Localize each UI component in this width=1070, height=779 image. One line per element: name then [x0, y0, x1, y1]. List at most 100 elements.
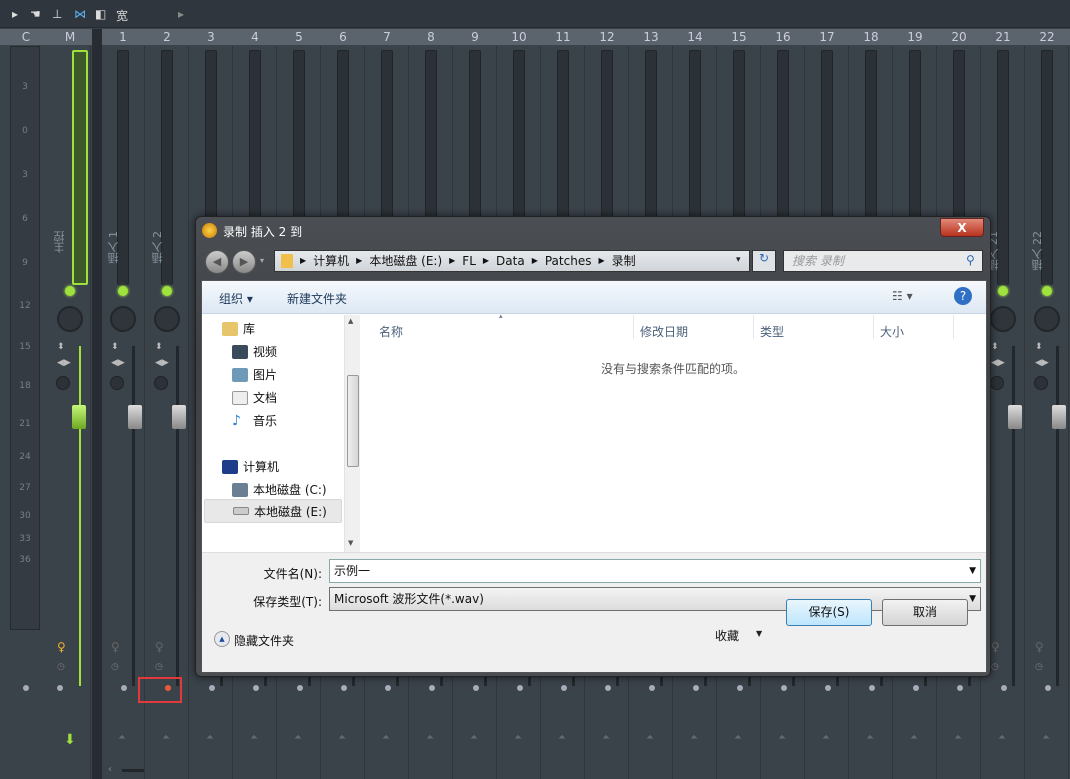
clock-icon[interactable]: ◷	[155, 662, 163, 672]
pin-icon[interactable]: ⊥	[52, 7, 62, 21]
route-arrow-icon[interactable]: ⏶	[778, 732, 786, 743]
collapse-icon[interactable]: ▲	[214, 631, 230, 647]
stereo-icon[interactable]: ◀▶	[155, 358, 169, 368]
pan-knob[interactable]	[110, 306, 136, 332]
route-arrow-icon[interactable]: ⏶	[646, 732, 654, 743]
filename-input[interactable]: 示例一 ▼	[329, 559, 981, 583]
nav-library[interactable]: 库	[222, 320, 255, 337]
nav-videos[interactable]: 视频	[232, 343, 277, 360]
record-mic-icon[interactable]: ♀	[57, 640, 66, 654]
led-icon[interactable]	[998, 286, 1008, 296]
sep-knob[interactable]	[1034, 376, 1048, 390]
route-arrow-icon[interactable]: ⏶	[470, 732, 478, 743]
sep-knob[interactable]	[154, 376, 168, 390]
stereo-icon[interactable]: ◀▶	[1035, 358, 1049, 368]
record-mic-icon[interactable]: ♀	[111, 640, 120, 654]
organize-button[interactable]: 组织 ▾	[219, 290, 253, 307]
breadcrumb-arrow-icon[interactable]: ▶	[598, 251, 604, 271]
route-arrow-icon[interactable]: ⏶	[1042, 732, 1050, 743]
breadcrumb-item[interactable]: Patches	[545, 251, 592, 271]
insert-strip-2[interactable]: 插入 2 ⬍ ◀▶ ♀ ◷ ⏶	[146, 46, 189, 779]
breadcrumb-arrow-icon[interactable]: ▶	[532, 251, 538, 271]
breadcrumb-item[interactable]: FL	[462, 251, 476, 271]
breadcrumb-item[interactable]: 本地磁盘 (E:)	[369, 251, 442, 271]
route-dot-c[interactable]	[23, 685, 29, 691]
route-dot[interactable]	[57, 685, 63, 691]
route-dot[interactable]	[429, 685, 435, 691]
led-icon[interactable]	[118, 286, 128, 296]
led-icon[interactable]	[65, 286, 75, 296]
scroll-up-icon[interactable]: ▲	[348, 317, 353, 325]
sep-knob[interactable]	[990, 376, 1004, 390]
search-icon[interactable]: ⚲	[966, 253, 975, 267]
back-button[interactable]: ◀	[205, 250, 229, 274]
route-arrow-icon[interactable]: ⏶	[910, 732, 918, 743]
route-dot[interactable]	[1001, 685, 1007, 691]
expand-arrow-icon[interactable]: ▸	[178, 7, 184, 21]
nav-drive-e[interactable]: 本地磁盘 (E:)	[204, 499, 342, 523]
updown-icon[interactable]: ⬍	[991, 342, 999, 352]
favorites-button[interactable]: 收藏	[715, 627, 739, 644]
route-dot[interactable]	[253, 685, 259, 691]
dropdown-arrow-icon[interactable]: ▼	[969, 560, 976, 582]
record-mic-icon[interactable]: ♀	[991, 640, 1000, 654]
breadcrumb-item[interactable]: 录制	[612, 251, 636, 271]
route-arrow-icon[interactable]: ⏶	[998, 732, 1006, 743]
scroll-left-icon[interactable]: ‹	[108, 764, 112, 775]
record-mic-icon[interactable]: ♀	[1035, 640, 1044, 654]
refresh-icon[interactable]: ↻	[752, 250, 776, 272]
updown-icon[interactable]: ⬍	[57, 342, 65, 352]
updown-icon[interactable]: ⬍	[111, 342, 119, 352]
route-dot[interactable]	[1045, 685, 1051, 691]
nav-music[interactable]: ♪ 音乐	[232, 412, 277, 429]
route-dot[interactable]	[517, 685, 523, 691]
nav-drive-c[interactable]: 本地磁盘 (C:)	[232, 481, 327, 498]
route-arrow-icon[interactable]: ⏶	[558, 732, 566, 743]
close-button[interactable]: X	[940, 218, 984, 237]
sep-knob[interactable]	[56, 376, 70, 390]
pan-knob[interactable]	[154, 306, 180, 332]
column-name[interactable]: 名称	[379, 323, 403, 340]
route-dot[interactable]	[693, 685, 699, 691]
route-arrow-icon[interactable]: ⏶	[250, 732, 258, 743]
scroll-down-icon[interactable]: ▼	[348, 539, 353, 547]
route-arrow-icon[interactable]: ⏶	[162, 732, 170, 743]
nav-computer[interactable]: 计算机	[222, 458, 279, 475]
clock-icon[interactable]: ◷	[57, 662, 65, 672]
volume-fader[interactable]	[72, 405, 86, 429]
route-dot[interactable]	[913, 685, 919, 691]
view-options-icon[interactable]: ☷ ▾	[892, 289, 913, 303]
breadcrumb-arrow-icon[interactable]: ▶	[300, 251, 306, 271]
route-arrow-icon[interactable]: ⏶	[338, 732, 346, 743]
volume-fader[interactable]	[128, 405, 142, 429]
horizontal-scrollbar[interactable]	[122, 769, 144, 772]
nav-pictures[interactable]: 图片	[232, 366, 277, 383]
sep-knob[interactable]	[110, 376, 124, 390]
route-arrow-icon[interactable]: ⏶	[822, 732, 830, 743]
record-mic-icon[interactable]: ♀	[155, 640, 164, 654]
updown-icon[interactable]: ⬍	[1035, 342, 1043, 352]
route-arrow-icon[interactable]: ⏶	[734, 732, 742, 743]
scroll-thumb[interactable]	[347, 375, 359, 467]
dropdown-arrow-icon[interactable]: ▼	[969, 588, 976, 610]
history-dropdown-icon[interactable]: ▾	[260, 256, 264, 265]
play-arrow-icon[interactable]: ▸	[12, 7, 18, 21]
column-size[interactable]: 大小	[880, 323, 904, 340]
pan-knob[interactable]	[57, 306, 83, 332]
nav-scrollbar[interactable]: ▲ ▼	[344, 315, 360, 552]
breadcrumb-item[interactable]: Data	[496, 251, 525, 271]
led-icon[interactable]	[1042, 286, 1052, 296]
route-dot[interactable]	[869, 685, 875, 691]
route-arrow-icon[interactable]: ⏶	[382, 732, 390, 743]
route-arrow-icon[interactable]: ⏶	[514, 732, 522, 743]
favorites-dropdown-icon[interactable]: ▼	[756, 629, 762, 638]
hide-folders-button[interactable]: 隐藏文件夹	[234, 632, 294, 649]
volume-fader[interactable]	[1008, 405, 1022, 429]
route-dot[interactable]	[649, 685, 655, 691]
clock-icon[interactable]: ◷	[991, 662, 999, 672]
width-label[interactable]: 宽	[116, 7, 128, 24]
route-dot[interactable]	[561, 685, 567, 691]
forward-button[interactable]: ▶	[232, 250, 256, 274]
address-bar[interactable]: ▶ 计算机 ▶ 本地磁盘 (E:) ▶ FL ▶ Data ▶ Patches ▶ 录制	[274, 250, 750, 272]
nav-documents[interactable]: 文档	[232, 389, 277, 406]
